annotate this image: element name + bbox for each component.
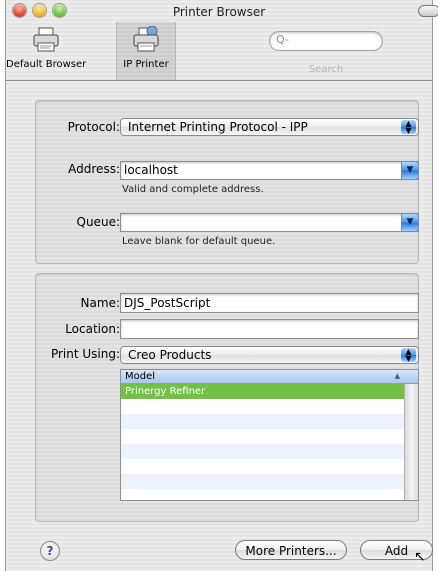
protocol-value: Internet Printing Protocol - IPP xyxy=(128,120,308,134)
list-item[interactable]: Prinergy Refiner xyxy=(121,384,404,399)
search-area: Q- Search xyxy=(269,31,383,75)
print-using-label: Print Using: xyxy=(50,347,120,361)
printer-icon xyxy=(30,26,62,54)
chevron-down-icon[interactable]: ▼ xyxy=(401,161,419,180)
list-item[interactable] xyxy=(121,489,404,500)
queue-label: Queue: xyxy=(76,215,120,229)
print-using-value: Creo Products xyxy=(128,348,212,362)
more-printers-button[interactable]: More Printers... xyxy=(235,540,347,560)
ip-settings-group: Protocol: Internet Printing Protocol - I… xyxy=(35,100,419,264)
popup-arrows-icon: ▲ ▼ xyxy=(401,348,416,363)
search-icon: Q- xyxy=(276,33,289,46)
list-item[interactable] xyxy=(121,459,404,474)
list-item[interactable] xyxy=(121,444,404,459)
toolbar-toggle-button[interactable] xyxy=(418,5,438,17)
list-item[interactable] xyxy=(121,399,404,414)
queue-combo[interactable]: ▼ xyxy=(120,213,419,232)
printer-details-group: Name: DJS_PostScript Location: Print Usi… xyxy=(35,273,419,522)
protocol-popup[interactable]: Internet Printing Protocol - IPP ▲ ▼ xyxy=(120,118,419,136)
ip-printer-label: IP Printer xyxy=(123,59,169,70)
print-using-popup[interactable]: Creo Products ▲ ▼ xyxy=(120,346,419,364)
location-label: Location: xyxy=(65,322,120,336)
ip-printer-icon xyxy=(130,25,162,54)
sort-ascending-icon: ▲ xyxy=(394,372,400,380)
model-column-header[interactable]: Model ▲ xyxy=(121,370,418,384)
list-item[interactable] xyxy=(121,474,404,489)
popup-arrows-icon: ▲ ▼ xyxy=(401,120,416,135)
queue-hint: Leave blank for default queue. xyxy=(122,236,276,247)
search-label: Search xyxy=(308,64,344,75)
default-browser-label: Default Browser xyxy=(6,59,87,70)
toolbar-default-browser[interactable]: Default Browser xyxy=(6,22,86,80)
address-combo[interactable]: localhost ▼ xyxy=(120,161,419,180)
model-header-label: Model xyxy=(125,371,156,382)
location-field[interactable] xyxy=(120,319,419,339)
title-bar: Printer Browser xyxy=(6,0,438,22)
address-value: localhost xyxy=(124,163,178,177)
printer-browser-window: Printer Browser Default Browser IP Print… xyxy=(5,0,438,571)
name-label: Name: xyxy=(80,296,120,310)
mouse-cursor-icon: ↖ xyxy=(414,549,426,565)
search-input[interactable]: Q- xyxy=(269,31,383,51)
toolbar-ip-printer[interactable]: IP Printer xyxy=(116,22,176,80)
list-scrollbar[interactable] xyxy=(404,384,418,500)
list-item[interactable] xyxy=(121,429,404,444)
protocol-label: Protocol: xyxy=(67,120,120,134)
address-label: Address: xyxy=(68,162,120,176)
help-button[interactable]: ? xyxy=(40,541,60,561)
address-hint: Valid and complete address. xyxy=(122,184,264,195)
window-title: Printer Browser xyxy=(172,5,266,19)
model-list[interactable]: Model ▲ Prinergy Refiner xyxy=(120,369,419,501)
toolbar: Default Browser IP Printer Q- Search xyxy=(6,22,432,81)
chevron-down-icon[interactable]: ▼ xyxy=(401,213,419,232)
name-field[interactable]: DJS_PostScript xyxy=(120,293,419,313)
list-item[interactable] xyxy=(121,414,404,429)
